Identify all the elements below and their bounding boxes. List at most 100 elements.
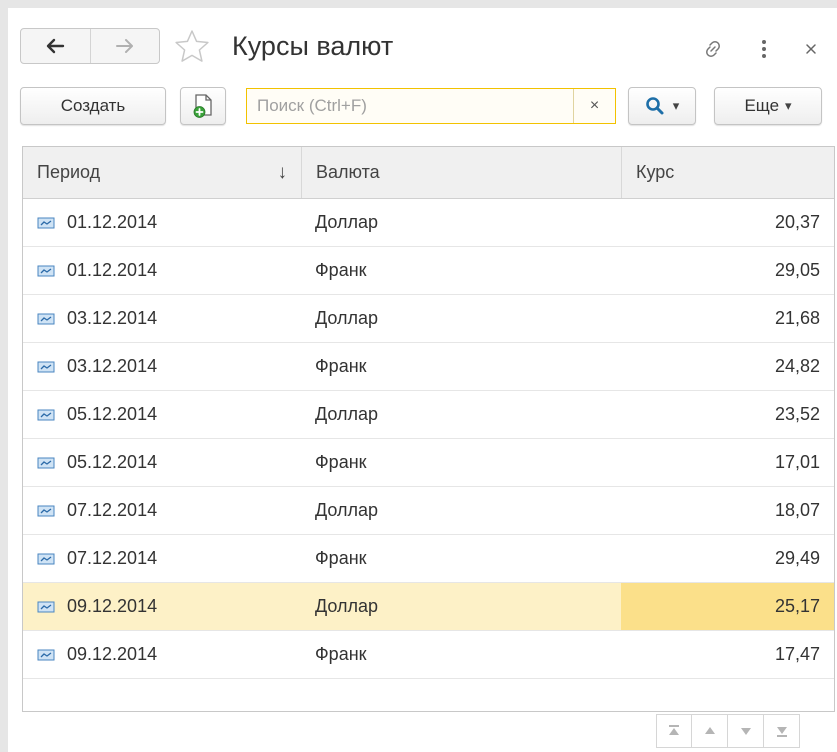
period-value: 09.12.2014 xyxy=(67,644,158,664)
next-page-icon xyxy=(740,728,751,735)
table-row[interactable]: 03.12.2014 Франк 24,82 xyxy=(23,343,834,391)
table-row[interactable]: 05.12.2014 Доллар 23,52 xyxy=(23,391,834,439)
period-cell: 05.12.2014 xyxy=(23,391,301,438)
currency-cell: Франк xyxy=(315,452,367,472)
period-cell: 07.12.2014 xyxy=(23,487,301,534)
register-record-icon xyxy=(37,456,55,470)
navigation-group xyxy=(20,28,160,64)
search-options-button[interactable]: ▾ xyxy=(628,87,696,125)
previous-page-button[interactable] xyxy=(692,714,728,748)
table-row[interactable]: 07.12.2014 Доллар 18,07 xyxy=(23,487,834,535)
register-record-icon xyxy=(37,360,55,374)
table-row[interactable]: 09.12.2014 Франк 17,47 xyxy=(23,631,834,679)
column-title-rate: Курс xyxy=(636,162,675,182)
first-page-button[interactable] xyxy=(656,714,692,748)
rate-cell: 17,47 xyxy=(774,644,820,664)
period-value: 03.12.2014 xyxy=(67,356,158,376)
rate-cell: 17,01 xyxy=(774,452,820,472)
register-record-icon xyxy=(37,216,55,230)
arrow-right-icon xyxy=(115,39,133,53)
period-cell: 05.12.2014 xyxy=(23,439,301,486)
period-value: 05.12.2014 xyxy=(67,452,158,472)
table-header: Период ↓ Валюта Курс xyxy=(23,147,834,199)
more-actions-button[interactable] xyxy=(752,34,776,64)
table-row[interactable]: 05.12.2014 Франк 17,01 xyxy=(23,439,834,487)
last-page-icon xyxy=(776,727,787,737)
period-value: 03.12.2014 xyxy=(67,308,158,328)
currency-cell: Доллар xyxy=(315,500,379,520)
more-button-label: Еще xyxy=(744,96,780,115)
period-value: 09.12.2014 xyxy=(67,596,158,616)
column-header-currency[interactable]: Валюта xyxy=(301,147,621,198)
chevron-down-icon: ▾ xyxy=(785,98,792,113)
rate-cell: 21,68 xyxy=(774,308,820,328)
register-record-icon xyxy=(37,648,55,662)
rate-cell: 20,37 xyxy=(774,212,820,232)
rate-cell: 29,05 xyxy=(774,260,820,280)
register-record-icon xyxy=(37,600,55,614)
close-icon: × xyxy=(589,97,600,114)
period-cell: 03.12.2014 xyxy=(23,343,301,390)
currency-cell: Доллар xyxy=(315,212,379,232)
column-header-rate[interactable]: Курс xyxy=(621,147,834,198)
back-button[interactable] xyxy=(21,29,90,63)
period-cell: 07.12.2014 xyxy=(23,535,301,582)
rate-cell: 25,17 xyxy=(621,583,834,630)
copy-button[interactable] xyxy=(180,87,226,125)
period-cell: 01.12.2014 xyxy=(23,199,301,246)
register-record-icon xyxy=(37,312,55,326)
period-value: 07.12.2014 xyxy=(67,500,158,520)
close-button[interactable] xyxy=(798,34,824,64)
period-cell: 01.12.2014 xyxy=(23,247,301,294)
register-record-icon xyxy=(37,504,55,518)
rate-cell: 18,07 xyxy=(774,500,820,520)
period-value: 05.12.2014 xyxy=(67,404,158,424)
register-record-icon xyxy=(37,552,55,566)
next-page-button[interactable] xyxy=(728,714,764,748)
table-row[interactable]: 09.12.2014 Доллар 25,17 xyxy=(23,583,834,631)
column-title-currency: Валюта xyxy=(316,162,380,182)
sort-desc-icon: ↓ xyxy=(277,161,288,183)
currency-cell: Франк xyxy=(315,260,367,280)
more-vertical-icon xyxy=(762,40,766,58)
link-button[interactable] xyxy=(698,34,728,64)
rate-cell: 24,82 xyxy=(774,356,820,376)
table-row[interactable]: 03.12.2014 Доллар 21,68 xyxy=(23,295,834,343)
favorite-button[interactable] xyxy=(174,29,210,68)
rate-cell: 29,49 xyxy=(774,548,820,568)
table-pager xyxy=(656,714,800,752)
more-button[interactable]: Еще ▾ xyxy=(714,87,822,125)
period-value: 01.12.2014 xyxy=(67,260,158,280)
currency-cell: Доллар xyxy=(315,596,379,616)
currency-rates-table: Период ↓ Валюта Курс 01.12.2014 Доллар 20,… xyxy=(22,146,835,712)
table-row[interactable]: 01.12.2014 Доллар 20,37 xyxy=(23,199,834,247)
period-cell: 09.12.2014 xyxy=(23,631,301,678)
link-icon xyxy=(706,41,720,57)
forward-button[interactable] xyxy=(89,29,160,63)
star-icon xyxy=(175,30,209,62)
register-record-icon xyxy=(37,264,55,278)
period-value: 07.12.2014 xyxy=(67,548,158,568)
search-clear-button[interactable]: × xyxy=(574,89,615,123)
create-button[interactable]: Создать xyxy=(20,87,166,125)
first-page-icon xyxy=(669,725,679,735)
column-header-period[interactable]: Период ↓ xyxy=(23,147,301,198)
currency-cell: Франк xyxy=(315,644,367,664)
table-row[interactable]: 07.12.2014 Франк 29,49 xyxy=(23,535,834,583)
search-input[interactable] xyxy=(247,89,567,123)
table-row[interactable]: 01.12.2014 Франк 29,05 xyxy=(23,247,834,295)
column-title-period: Период xyxy=(37,162,101,182)
search-box: × xyxy=(246,88,616,124)
last-page-button[interactable] xyxy=(764,714,800,748)
register-record-icon xyxy=(37,408,55,422)
rate-cell: 23,52 xyxy=(774,404,820,424)
page-title: Курсы валют xyxy=(232,31,394,61)
arrow-left-icon xyxy=(47,38,65,54)
copy-icon xyxy=(193,94,212,118)
currency-cell: Доллар xyxy=(315,404,379,424)
currency-cell: Франк xyxy=(315,356,367,376)
period-cell: 09.12.2014 xyxy=(23,583,301,630)
close-icon xyxy=(806,44,816,54)
currency-rates-window: Курсы валют Создать Поиск (Ctrl+F) × ▾ Е… xyxy=(8,8,837,752)
command-bar: Создать × ▾ Еще ▾ xyxy=(8,84,837,134)
